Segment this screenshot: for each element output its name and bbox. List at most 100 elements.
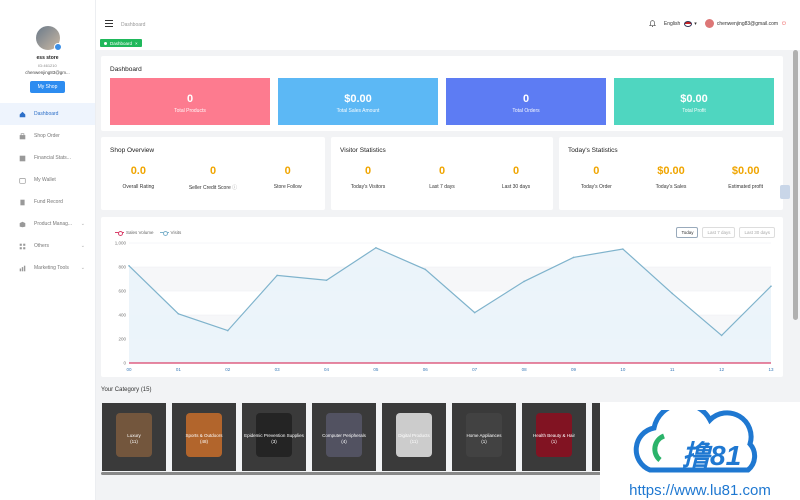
tile-total-sales-amount[interactable]: $0.00 Total Sales Amount <box>278 78 438 125</box>
sidebar-item-shop-order[interactable]: Shop Order <box>0 125 95 147</box>
stat-label: Last 30 days <box>501 184 531 190</box>
y-tick-label: 800 <box>118 265 126 270</box>
legend-marker <box>159 230 169 236</box>
stat-seller-credit-score: 0 Seller Credit Score ⓘ <box>176 165 251 191</box>
visits-point <box>770 285 772 287</box>
side-panel-toggle[interactable] <box>780 185 790 199</box>
x-tick-label: 06 <box>423 367 429 372</box>
my-shop-button[interactable]: My Shop <box>29 81 66 93</box>
watermark: 撸81 https://www.lu81.com <box>600 402 800 500</box>
sidebar-item-marketing-tools[interactable]: Marketing Tools ⌄ <box>0 257 95 279</box>
sidebar-item-others[interactable]: Others ⌄ <box>0 235 95 257</box>
chart-icon <box>19 265 26 272</box>
x-tick-label: 12 <box>719 367 725 372</box>
sidebar-item-label: Fund Record <box>34 199 63 205</box>
power-icon[interactable]: ⏻ <box>782 21 786 27</box>
tile-value: 0 <box>522 93 530 105</box>
tile-total-orders[interactable]: 0 Total Orders <box>446 78 606 125</box>
legend-marker <box>115 230 124 236</box>
visits-point <box>128 265 130 267</box>
sidebar-item-dashboard[interactable]: Dashboard <box>0 103 95 125</box>
bell-icon[interactable] <box>648 20 656 27</box>
sidebar-item-label: Dashboard <box>34 111 59 117</box>
category-count: (4) <box>341 439 347 444</box>
top-right-actions: English ▾ chenwenjing83@gmail.com ⏻ <box>641 19 786 28</box>
category-card[interactable]: Health Beauty & Hair (1) <box>522 403 586 471</box>
visits-point <box>375 247 377 249</box>
horizontal-scrollbar[interactable] <box>101 472 601 475</box>
user-menu[interactable]: chenwenjing83@gmail.com ⏻ <box>704 19 786 28</box>
finance-icon <box>19 155 26 162</box>
stat-todays-sales: $0.00 Today's Sales <box>634 165 709 190</box>
sales-visits-chart: 0 200 400 600 800 1,000 00 01 02 03 04 05 06 07 08 09 10… <box>115 241 774 373</box>
home-icon <box>19 111 26 118</box>
visits-point <box>424 268 427 271</box>
language-selector[interactable]: English ▾ <box>664 20 697 27</box>
todays-statistics-title: Today's Statistics <box>568 147 618 154</box>
legend-item-sales[interactable]: Sales Volume <box>115 230 154 236</box>
stat-overall-rating: 0.0 Overall Rating <box>101 165 176 191</box>
close-icon[interactable]: × <box>135 41 138 46</box>
breadcrumb[interactable]: Dashboard <box>121 22 145 28</box>
sidebar-item-financial-stats[interactable]: Financial Stats... <box>0 147 95 169</box>
category-card[interactable]: Home Appliances (1) <box>452 403 516 471</box>
stat-label: Today's Visitors <box>350 184 386 190</box>
grid-icon <box>19 243 26 250</box>
y-tick-label: 200 <box>118 337 126 342</box>
stat-value: 0.0 <box>130 165 146 177</box>
chevron-down-icon: ⌄ <box>80 265 85 271</box>
avatar[interactable] <box>35 26 62 51</box>
sidebar-item-label: Marketing Tools <box>34 265 69 271</box>
tile-value: $0.00 <box>344 93 372 105</box>
menu-toggle-icon[interactable] <box>105 20 113 27</box>
category-card[interactable]: Sports & Outdoors (48) <box>172 403 236 471</box>
category-section-title: Your Category (15) <box>101 387 151 393</box>
help-icon[interactable]: ⓘ <box>232 185 237 191</box>
sidebar-item-label: Shop Order <box>34 133 60 139</box>
stat-last-30-days: 0 Last 30 days <box>479 165 553 190</box>
tile-label: Total Orders <box>512 108 540 114</box>
tile-total-profit[interactable]: $0.00 Total Profit <box>614 78 774 125</box>
visits-area <box>129 247 771 363</box>
x-tick-label: 05 <box>373 367 379 372</box>
range-last-30-days-button[interactable]: Last 30 days <box>739 227 775 238</box>
x-tick-label: 08 <box>522 367 528 372</box>
legend-item-visits[interactable]: Visits <box>159 230 181 236</box>
stat-label: Seller Credit Score <box>188 185 231 191</box>
category-count: (15) <box>140 387 152 393</box>
category-count: (11) <box>410 439 418 444</box>
store-email: chenwenjing83@gm... <box>25 70 70 75</box>
range-buttons: Today Last 7 days Last 30 days <box>672 227 775 238</box>
tile-value: $0.00 <box>680 93 708 105</box>
sidebar-item-fund-record[interactable]: Fund Record <box>0 191 95 213</box>
sidebar-item-product-management[interactable]: Product Manag... ⌄ <box>0 213 95 235</box>
x-tick-label: 13 <box>768 367 774 372</box>
category-card[interactable]: Epidemic Prevention Supplies (3) <box>242 403 306 471</box>
range-last-7-days-button[interactable]: Last 7 days <box>702 227 736 238</box>
chevron-down-icon: ⌄ <box>80 221 85 227</box>
profile: ess store ID:461210 chenwenjing83@gm... … <box>0 0 95 93</box>
category-card[interactable]: Luxury (11) <box>102 403 166 471</box>
range-today-button[interactable]: Today <box>676 227 699 238</box>
tab-dashboard[interactable]: Dashboard × <box>100 39 142 47</box>
y-tick-label: 600 <box>118 289 126 294</box>
chart-legend: Sales Volume Visits <box>115 230 187 236</box>
page-scrollbar[interactable] <box>793 50 798 320</box>
y-tick-label: 400 <box>118 313 126 318</box>
visits-point <box>325 279 328 281</box>
todays-statistics-card: Today's Statistics 0 Today's Order $0.00 T… <box>559 137 783 210</box>
visits-point <box>720 334 723 337</box>
tile-total-products[interactable]: 0 Total Products <box>110 78 270 125</box>
y-tick-label: 0 <box>123 361 126 366</box>
store-name: ess store <box>36 55 59 61</box>
category-card[interactable]: Digital Products (11) <box>382 403 446 471</box>
y-tick-label: 1,000 <box>115 241 127 246</box>
visitor-statistics-card: Visitor Statistics 0 Today's Visitors 0 La… <box>331 137 553 210</box>
store-id: ID:461210 <box>38 63 57 68</box>
tile-label: Total Sales Amount <box>336 108 380 114</box>
user-email: chenwenjing83@gmail.com <box>716 20 779 27</box>
category-card[interactable]: Computer Peripherals (4) <box>312 403 376 471</box>
sidebar-item-my-wallet[interactable]: My Wallet <box>0 169 95 191</box>
cart-icon <box>19 132 26 140</box>
sales-chart-card: 0 200 400 600 800 1,000 00 01 02 03 04 05 06 07 08 09 10… <box>101 217 783 377</box>
